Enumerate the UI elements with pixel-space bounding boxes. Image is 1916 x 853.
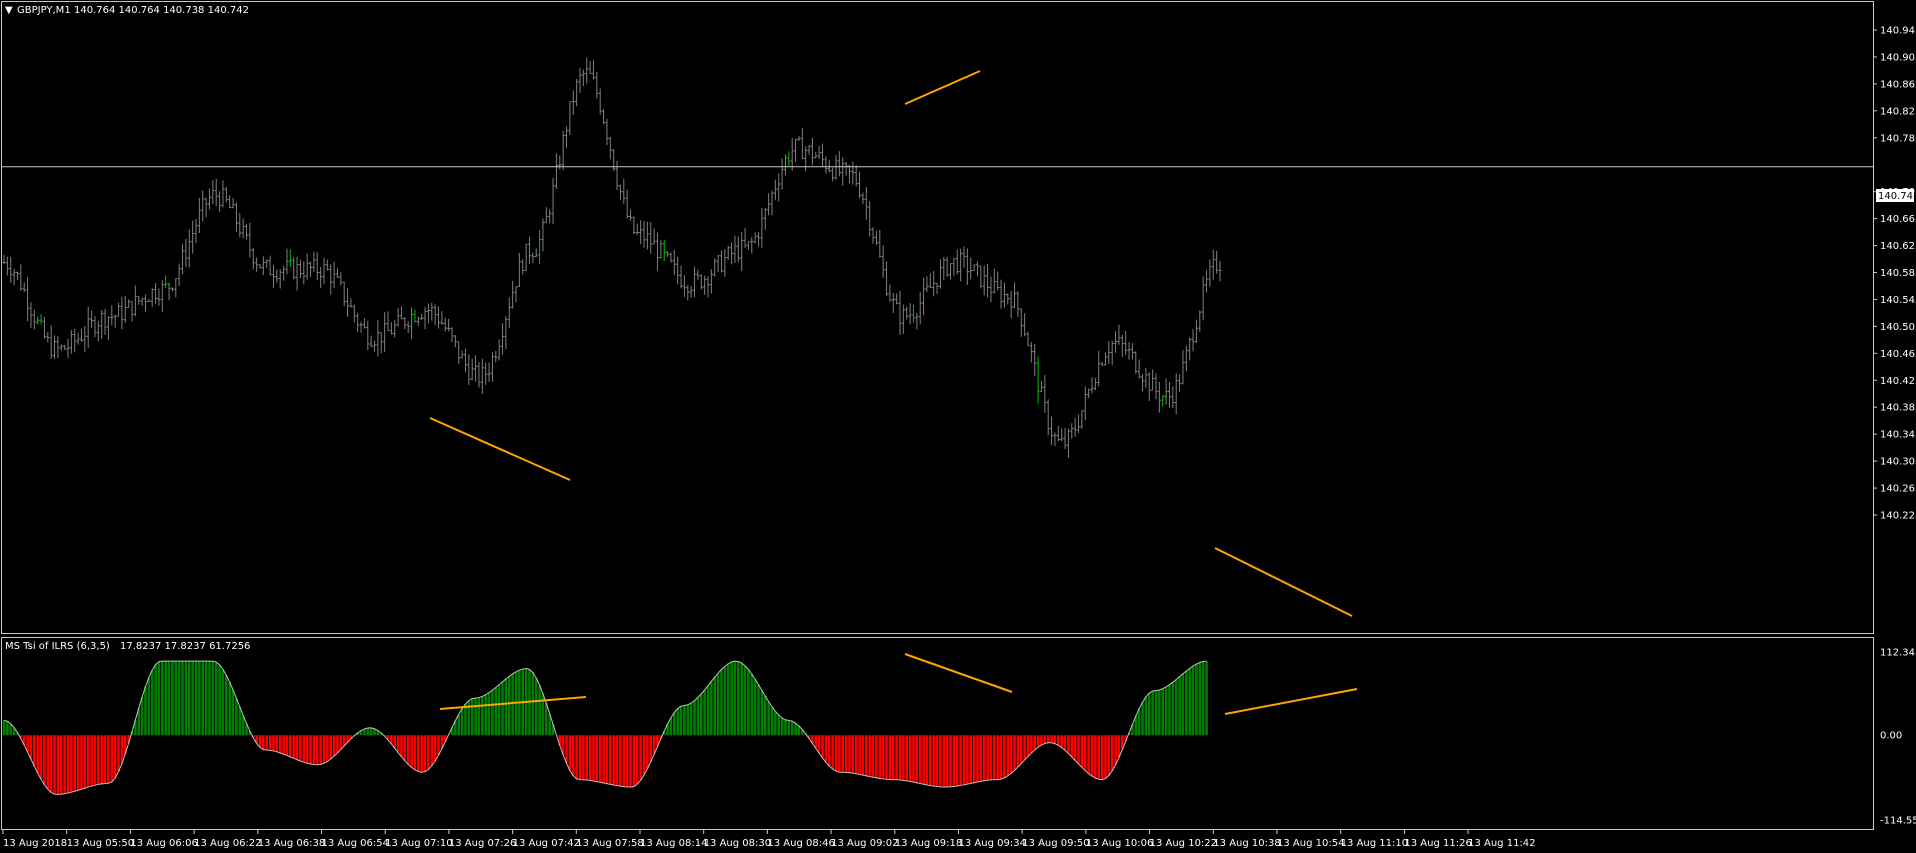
- time-axis-label: 13 Aug 06:22: [194, 838, 261, 849]
- time-axis-label: 13 Aug 06:38: [258, 838, 325, 849]
- time-axis-label: 13 Aug 06:54: [322, 838, 389, 849]
- price-axis-label: 140.265: [1880, 484, 1916, 495]
- time-axis-label: 13 Aug 11:42: [1468, 838, 1535, 849]
- time-axis-label: 13 Aug 08:46: [767, 838, 834, 849]
- time-axis-label: 13 Aug 10:06: [1086, 838, 1153, 849]
- price-axis-label: 140.945: [1880, 26, 1916, 37]
- price-axis-label: 140.465: [1880, 349, 1916, 360]
- price-axis-label: 140.585: [1880, 268, 1916, 279]
- collapse-triangle-icon[interactable]: ▼: [5, 5, 13, 16]
- time-axis-label: 13 Aug 2018: [3, 838, 67, 849]
- time-axis-label: 13 Aug 09:18: [895, 838, 962, 849]
- price-axis-label: 140.225: [1880, 511, 1916, 522]
- price-axis-label: 140.425: [1880, 376, 1916, 387]
- indicator-title: MS Tsi of ILRS (6,3,5): [5, 641, 110, 652]
- time-axis-label: 13 Aug 07:26: [449, 838, 516, 849]
- time-axis-label: 13 Aug 07:42: [513, 838, 580, 849]
- time-axis-label: 13 Aug 08:14: [640, 838, 707, 849]
- indicator-axis-label: 0.00: [1880, 731, 1902, 742]
- current-price-tag: 140.742: [1878, 191, 1916, 202]
- indicator-values: 17.8237 17.8237 61.7256: [120, 641, 250, 652]
- price-axis-label: 140.825: [1880, 106, 1916, 117]
- time-axis-label: 13 Aug 10:54: [1277, 838, 1344, 849]
- price-axis-label: 140.905: [1880, 52, 1916, 63]
- time-axis-label: 13 Aug 06:06: [130, 838, 197, 849]
- time-axis-label: 13 Aug 07:58: [576, 838, 643, 849]
- indicator-axis-label: 112.3457: [1880, 648, 1916, 659]
- time-axis-label: 13 Aug 10:22: [1150, 838, 1217, 849]
- indicator-axis-label: -114.5576: [1880, 816, 1916, 827]
- price-axis-label: 140.385: [1880, 403, 1916, 414]
- trading-chart[interactable]: 140.945 140.905 140.865 140.825 140.785 140.7…: [0, 0, 1916, 853]
- price-axis-label: 140.625: [1880, 241, 1916, 252]
- time-axis-label: 13 Aug 09:02: [831, 838, 898, 849]
- time-axis-label: 13 Aug 09:34: [959, 838, 1026, 849]
- time-axis-label: 13 Aug 05:50: [67, 838, 134, 849]
- time-axis-label: 13 Aug 08:30: [704, 838, 771, 849]
- time-axis-label: 13 Aug 11:26: [1404, 838, 1471, 849]
- price-axis-label: 140.345: [1880, 430, 1916, 441]
- time-axis-label: 13 Aug 10:38: [1213, 838, 1280, 849]
- price-axis-label: 140.305: [1880, 457, 1916, 468]
- time-axis-label: 13 Aug 11:10: [1341, 838, 1408, 849]
- price-axis-label: 140.545: [1880, 295, 1916, 306]
- symbol-timeframe: GBPJPY,M1: [17, 5, 71, 16]
- price-axis-label: 140.665: [1880, 214, 1916, 225]
- time-axis-label: 13 Aug 09:50: [1022, 838, 1089, 849]
- price-axis-label: 140.505: [1880, 322, 1916, 333]
- price-axis-label: 140.785: [1880, 133, 1916, 144]
- price-axis-label: 140.865: [1880, 79, 1916, 90]
- ohlc-values: 140.764 140.764 140.738 140.742: [74, 5, 249, 16]
- time-axis-label: 13 Aug 07:10: [385, 838, 452, 849]
